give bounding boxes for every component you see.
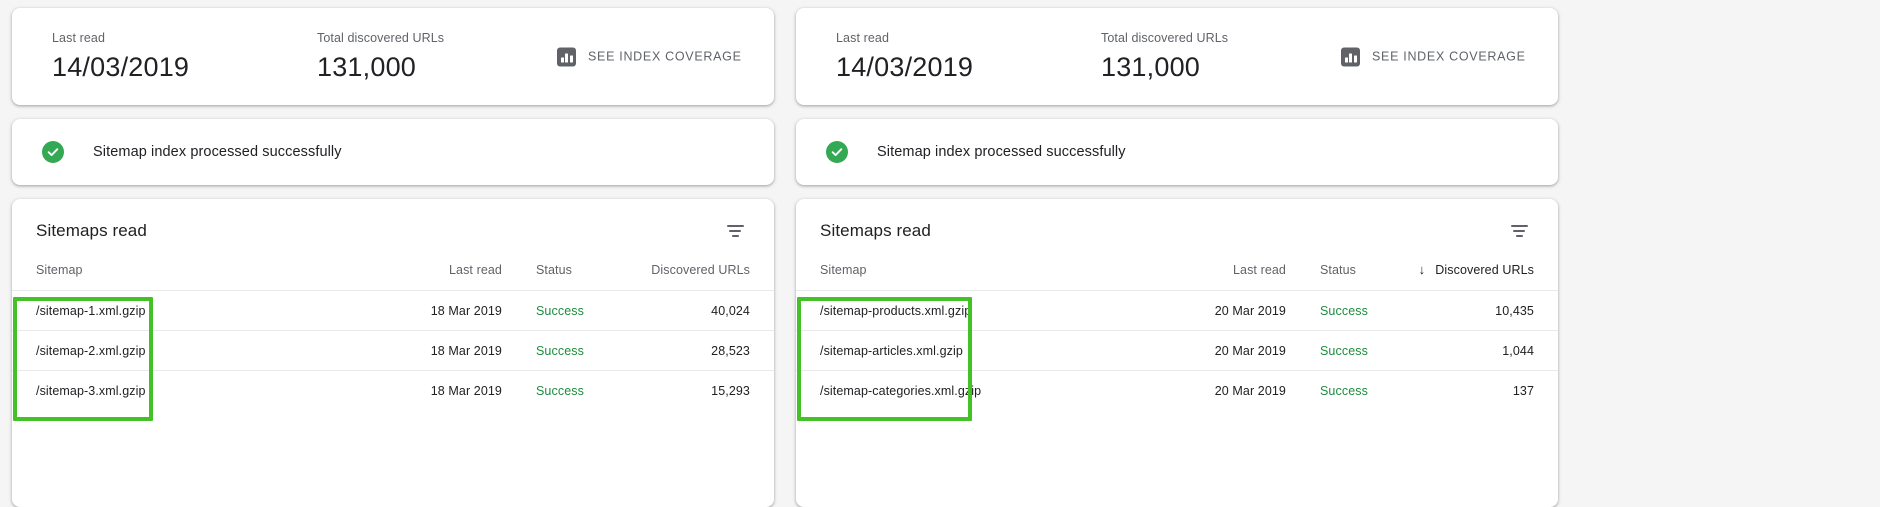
see-index-coverage-button[interactable]: SEE INDEX COVERAGE <box>557 47 742 66</box>
column-header-last-read[interactable]: Last read <box>1096 263 1286 291</box>
bar-chart-icon <box>557 47 576 66</box>
status-banner: Sitemap index processed successfully <box>12 119 774 185</box>
column-header-sitemap[interactable]: Sitemap <box>796 263 1096 291</box>
cell-discovered-urls: 40,024 <box>622 290 774 331</box>
table-row[interactable]: /sitemap-2.xml.gzip 18 Mar 2019 Success … <box>12 330 774 371</box>
total-urls-label: Total discovered URLs <box>1101 31 1229 45</box>
total-urls-value: 131,000 <box>317 52 416 82</box>
column-header-discovered-urls[interactable]: ↓ Discovered URLs <box>1406 263 1558 291</box>
table-body: /sitemap-1.xml.gzip 18 Mar 2019 Success … <box>12 290 774 411</box>
check-circle-icon <box>826 141 848 163</box>
see-index-coverage-button[interactable]: SEE INDEX COVERAGE <box>1341 47 1526 66</box>
table-header-bar: Sitemaps read <box>12 199 774 263</box>
summary-card: Last read 14/03/2019 Total discovered UR… <box>12 8 774 105</box>
column-header-discovered-urls[interactable]: Discovered URLs <box>622 263 774 291</box>
sitemaps-table: Sitemap Last read Status ↓ Discovered URL… <box>796 263 1558 411</box>
last-read-label: Last read <box>836 31 890 45</box>
status-banner: Sitemap index processed successfully <box>796 119 1558 185</box>
table-row[interactable]: /sitemap-products.xml.gzip 20 Mar 2019 S… <box>796 290 1558 331</box>
table-title: Sitemaps read <box>36 221 147 240</box>
check-circle-icon <box>42 141 64 163</box>
bar-chart-icon <box>1341 47 1360 66</box>
cell-sitemap: /sitemap-3.xml.gzip <box>12 370 312 411</box>
table-head: Sitemap Last read Status ↓ Discovered URL… <box>796 263 1558 291</box>
table-header-row: Sitemap Last read Status Discovered URLs <box>12 263 774 291</box>
sitemaps-read-table-card: Sitemaps read Sitemap Last read Status ↓… <box>796 199 1558 507</box>
cell-sitemap: /sitemap-products.xml.gzip <box>796 290 1096 331</box>
total-urls-label: Total discovered URLs <box>317 31 445 45</box>
last-read-label: Last read <box>52 31 106 45</box>
sitemap-panel-right: Last read 14/03/2019 Total discovered UR… <box>796 8 1558 507</box>
cell-last-read: 18 Mar 2019 <box>312 370 502 411</box>
column-header-last-read[interactable]: Last read <box>312 263 502 291</box>
metric-total-discovered-urls: Total discovered URLs 131,000 <box>1101 31 1228 82</box>
column-header-status[interactable]: Status <box>1286 263 1406 291</box>
table-header-row: Sitemap Last read Status ↓ Discovered URL… <box>796 263 1558 291</box>
table-header-bar: Sitemaps read <box>796 199 1558 263</box>
cell-last-read: 20 Mar 2019 <box>1096 330 1286 371</box>
metric-total-discovered-urls: Total discovered URLs 131,000 <box>317 31 444 82</box>
cell-status: Success <box>1286 370 1406 411</box>
column-header-discovered-urls-label: Discovered URLs <box>1435 263 1534 277</box>
cell-last-read: 18 Mar 2019 <box>312 330 502 371</box>
status-banner-message: Sitemap index processed successfully <box>93 144 342 160</box>
table-row[interactable]: /sitemap-3.xml.gzip 18 Mar 2019 Success … <box>12 370 774 411</box>
see-index-coverage-label: SEE INDEX COVERAGE <box>588 49 742 64</box>
cell-discovered-urls: 137 <box>1406 370 1558 411</box>
column-header-status[interactable]: Status <box>502 263 622 291</box>
metric-last-read: Last read 14/03/2019 <box>836 31 1101 82</box>
cell-discovered-urls: 10,435 <box>1406 290 1558 331</box>
cell-sitemap: /sitemap-categories.xml.gzip <box>796 370 1096 411</box>
table-title: Sitemaps read <box>820 221 931 240</box>
sort-descending-icon: ↓ <box>1418 262 1426 277</box>
cell-sitemap: /sitemap-2.xml.gzip <box>12 330 312 371</box>
cell-discovered-urls: 15,293 <box>622 370 774 411</box>
table-head: Sitemap Last read Status Discovered URLs <box>12 263 774 291</box>
see-index-coverage-label: SEE INDEX COVERAGE <box>1372 49 1526 64</box>
cell-sitemap: /sitemap-1.xml.gzip <box>12 290 312 331</box>
cell-last-read: 20 Mar 2019 <box>1096 370 1286 411</box>
last-read-value: 14/03/2019 <box>836 52 974 82</box>
total-urls-value: 131,000 <box>1101 52 1200 82</box>
table-row[interactable]: /sitemap-1.xml.gzip 18 Mar 2019 Success … <box>12 290 774 331</box>
cell-status: Success <box>502 330 622 371</box>
table-body: /sitemap-products.xml.gzip 20 Mar 2019 S… <box>796 290 1558 411</box>
cell-discovered-urls: 1,044 <box>1406 330 1558 371</box>
summary-card: Last read 14/03/2019 Total discovered UR… <box>796 8 1558 105</box>
column-header-sitemap[interactable]: Sitemap <box>12 263 312 291</box>
cell-last-read: 18 Mar 2019 <box>312 290 502 331</box>
cell-sitemap: /sitemap-articles.xml.gzip <box>796 330 1096 371</box>
cell-status: Success <box>502 370 622 411</box>
sitemap-panel-left: Last read 14/03/2019 Total discovered UR… <box>12 8 774 507</box>
metric-last-read: Last read 14/03/2019 <box>52 31 317 82</box>
sitemaps-table: Sitemap Last read Status Discovered URLs… <box>12 263 774 411</box>
filter-icon[interactable] <box>724 220 746 242</box>
table-row[interactable]: /sitemap-articles.xml.gzip 20 Mar 2019 S… <box>796 330 1558 371</box>
filter-icon[interactable] <box>1508 220 1530 242</box>
cell-discovered-urls: 28,523 <box>622 330 774 371</box>
cell-status: Success <box>502 290 622 331</box>
cell-status: Success <box>1286 290 1406 331</box>
status-banner-message: Sitemap index processed successfully <box>877 144 1126 160</box>
cell-status: Success <box>1286 330 1406 371</box>
sitemaps-read-table-card: Sitemaps read Sitemap Last read Status D… <box>12 199 774 507</box>
page-root: Last read 14/03/2019 Total discovered UR… <box>0 0 1880 507</box>
last-read-value: 14/03/2019 <box>52 52 190 82</box>
cell-last-read: 20 Mar 2019 <box>1096 290 1286 331</box>
table-row[interactable]: /sitemap-categories.xml.gzip 20 Mar 2019… <box>796 370 1558 411</box>
